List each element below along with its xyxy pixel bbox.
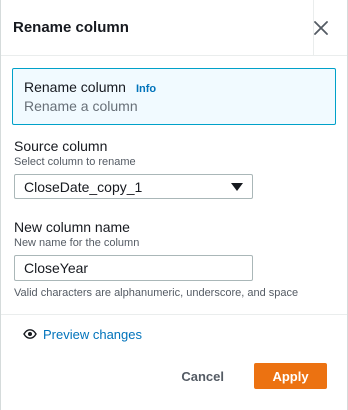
- divider: [1, 314, 347, 315]
- info-box: Rename column Info Rename a column: [12, 68, 336, 125]
- rename-column-panel: Rename column Rename column Info Rename …: [0, 0, 348, 410]
- source-column-selected: CloseDate_copy_1: [24, 178, 143, 195]
- source-column-field: Source column Select column to rename Cl…: [14, 138, 334, 199]
- apply-button[interactable]: Apply: [254, 363, 327, 389]
- preview-changes-link[interactable]: Preview changes: [23, 325, 347, 343]
- source-column-label: Source column: [14, 138, 108, 154]
- info-link[interactable]: Info: [136, 83, 156, 95]
- info-description: Rename a column: [24, 98, 138, 114]
- cancel-button[interactable]: Cancel: [181, 369, 224, 384]
- header-divider: [313, 0, 314, 56]
- new-column-name-input[interactable]: [14, 255, 253, 281]
- eye-icon: [23, 329, 37, 339]
- preview-changes-label: Preview changes: [43, 326, 142, 342]
- caret-down-icon: [231, 182, 243, 191]
- source-column-description: Select column to rename: [14, 156, 136, 168]
- new-column-name-help: Valid characters are alphanumeric, under…: [14, 287, 299, 299]
- new-column-name-description: New name for the column: [14, 237, 140, 249]
- close-icon: [314, 20, 328, 35]
- source-column-select[interactable]: CloseDate_copy_1: [14, 174, 253, 199]
- panel-title: Rename column: [13, 19, 129, 36]
- panel-header: Rename column: [1, 0, 347, 56]
- info-title: Rename column: [24, 79, 126, 95]
- new-column-name-field: New column name New name for the column …: [14, 219, 334, 299]
- new-column-name-label: New column name: [14, 219, 130, 235]
- panel-footer: Cancel Apply: [181, 363, 327, 389]
